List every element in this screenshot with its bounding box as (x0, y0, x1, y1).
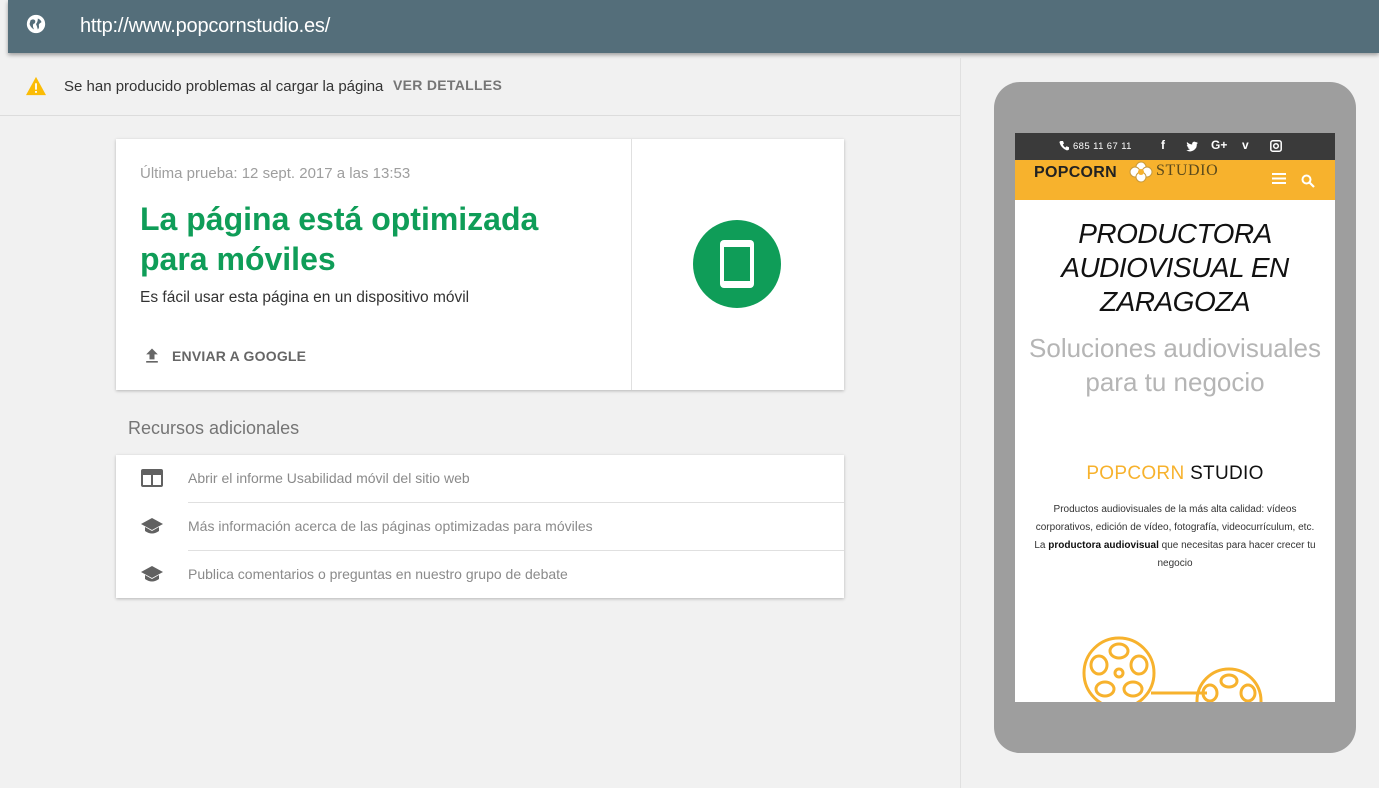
upload-icon (146, 348, 158, 363)
additional-resources-title: Recursos adicionales (128, 418, 300, 438)
mobile-phone-icon (693, 220, 781, 308)
google-plus-icon: G+ (1211, 138, 1228, 152)
desc-pre: La (1034, 540, 1046, 551)
resource-item-label: Publica comentarios o preguntas en nuest… (188, 566, 568, 582)
school-icon (141, 518, 163, 534)
resource-item-label: Abrir el informe Usabilidad móvil del si… (188, 470, 470, 486)
desc-line1: Productos audiovisuales de la más alta c… (1035, 504, 1315, 533)
web-report-icon (141, 469, 163, 487)
desc-post: que necesitas para hacer crecer tu negoc… (1157, 540, 1316, 569)
facebook-icon: f (1161, 138, 1165, 152)
resource-item-usability-report[interactable]: Abrir el informe Usabilidad móvil del si… (116, 455, 844, 503)
search-icon[interactable] (1301, 174, 1315, 188)
phone-number: 685 11 67 11 (1073, 141, 1132, 152)
preview-subheading: Soluciones audiovisuales para tu negocio (1029, 333, 1321, 397)
preview-heading: PRODUCTORA AUDIOVISUAL EN ZARAGOZA (1061, 218, 1289, 317)
url-text[interactable]: http://www.popcornstudio.es/ (80, 15, 330, 38)
preview-top-bar: 685 11 67 11 f G+ v (1015, 133, 1335, 160)
pane-divider (960, 58, 961, 788)
card-divider (631, 139, 632, 390)
result-card: Última prueba: 12 sept. 2017 a las 13:53… (116, 139, 844, 390)
globe-icon (26, 14, 46, 34)
brand-black: STUDIO (1190, 463, 1264, 484)
result-subline: Es fácil usar esta página en un disposit… (140, 289, 470, 306)
mobile-preview-screen[interactable]: 685 11 67 11 f G+ v POPCORN STUDIO PRODU… (1015, 133, 1335, 702)
resource-item-label: Más información acerca de las páginas op… (188, 518, 593, 534)
twitter-icon (1186, 138, 1198, 155)
logo-text-light: STUDIO (1156, 162, 1219, 179)
last-test-date: Última prueba: 12 sept. 2017 a las 13:53 (140, 165, 411, 182)
preview-description: Productos audiovisuales de la más alta c… (1031, 501, 1319, 573)
hamburger-menu-icon[interactable] (1272, 172, 1286, 185)
send-to-google-button[interactable]: ENVIAR A GOOGLE (142, 344, 306, 368)
warning-bar: Se han producido problemas al cargar la … (0, 58, 960, 116)
view-details-link[interactable]: VER DETALLES (393, 77, 502, 93)
phone-icon (1059, 141, 1069, 151)
popcorn-logo-icon (1129, 161, 1153, 183)
logo-text-bold: POPCORN (1034, 164, 1117, 181)
vimeo-icon: v (1242, 138, 1249, 152)
preview-brand-title: POPCORN STUDIO (1015, 463, 1335, 485)
preview-header: POPCORN STUDIO (1015, 160, 1335, 200)
result-headline: La página está optimizada para móviles (140, 201, 539, 277)
resource-item-mobile-info[interactable]: Más información acerca de las páginas op… (116, 503, 844, 551)
desc-bold: productora audiovisual (1048, 540, 1159, 551)
warning-icon (26, 76, 46, 96)
resources-list: Abrir el informe Usabilidad móvil del si… (116, 455, 844, 598)
results-pane: Se han producido problemas al cargar la … (0, 58, 960, 788)
brand-yellow: POPCORN (1086, 463, 1185, 484)
resource-item-discussion-group[interactable]: Publica comentarios o preguntas en nuest… (116, 551, 844, 599)
instagram-icon (1270, 138, 1282, 155)
film-reel-icon (1082, 636, 1263, 702)
url-bar[interactable]: http://www.popcornstudio.es/ (8, 0, 1379, 53)
send-to-google-label: ENVIAR A GOOGLE (172, 348, 307, 364)
warning-text: Se han producido problemas al cargar la … (64, 78, 384, 95)
school-icon (141, 566, 163, 582)
